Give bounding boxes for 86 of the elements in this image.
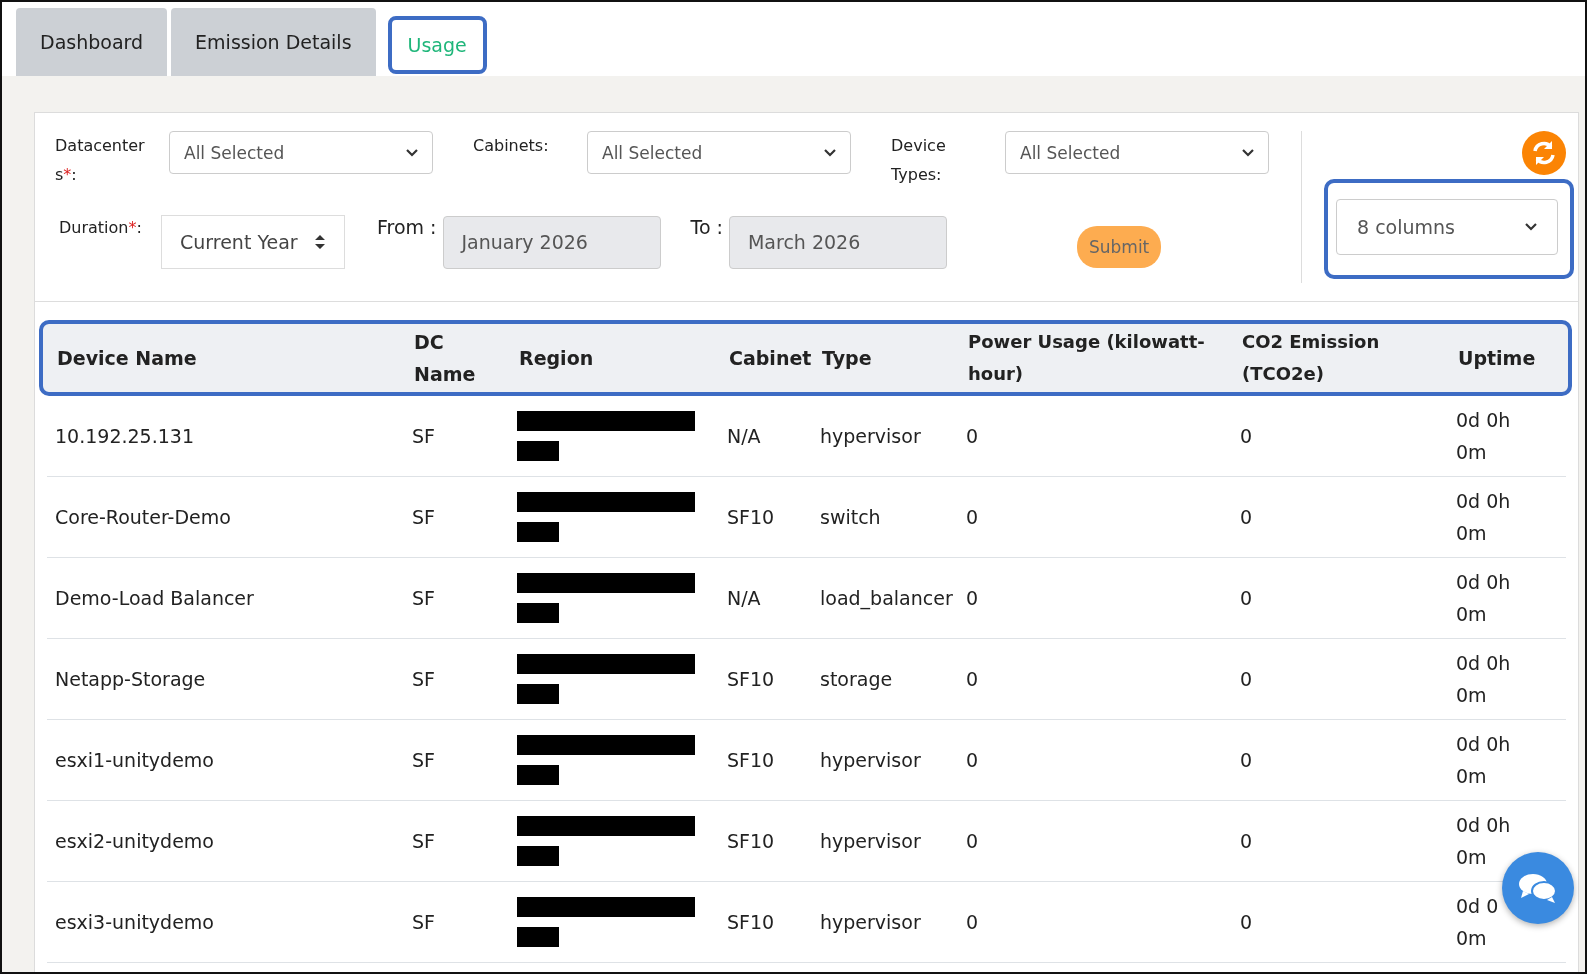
redaction-bar [517,441,559,461]
dc-name-cell-text: SF [412,668,436,690]
device-name-cell-text: 10.192.25.131 [55,425,195,447]
dc-name-cell-text: SF [412,749,436,771]
sort-icon [314,234,326,250]
type-cell-text: storage [820,668,894,690]
to-field[interactable]: March 2026 [728,215,947,269]
tab[interactable]: Emission Details [171,8,376,76]
device-name-cell-text: esxi3-unitydemo [55,911,215,933]
column-header: Type [822,346,873,371]
device-types-select[interactable]: All Selected [1005,131,1269,174]
columns-select[interactable]: 8 columns [1336,199,1558,255]
column-header: Power Usage (kilowatt-hour) [968,330,1206,386]
type-cell-text: load_balancer [820,587,954,609]
duration-select[interactable]: Current Year [161,215,345,269]
chevron-icon [1242,148,1254,157]
type-cell-text: hypervisor [820,749,922,771]
co2-emission-cell-text: 0 [1240,830,1254,852]
dc-name-cell-text: SF [412,506,436,528]
type-cell-text: hypervisor [820,425,922,447]
type-cell-text: hypervisor [820,911,922,933]
refresh-icon[interactable] [1522,131,1566,175]
device-name-cell-text: esxi1-unitydemo [55,749,215,771]
duration-label: Duration*: [59,216,143,239]
uptime-cell-text: 0d 0h 0m [1456,651,1512,708]
chevron-icon [406,148,418,157]
uptime-cell-text: 0d 0h 0m [1456,570,1512,627]
power-usage-cell-text: 0 [966,668,980,690]
datacenters-select[interactable]: All Selected [169,131,433,174]
power-usage-cell-text: 0 [966,749,980,771]
power-usage-cell-text: 0 [966,425,980,447]
chevron-icon [1525,223,1537,231]
co2-emission-cell-text: 0 [1240,911,1254,933]
redaction-bar [517,684,559,704]
dc-name-cell-text: SF [412,587,436,609]
co2-emission-cell-text: 0 [1240,668,1254,690]
cabinets-label: Cabinets: [473,135,550,157]
to-label: To : [690,214,723,240]
cabinet-cell-text: N/A [727,425,762,447]
from-field[interactable]: January 2026 [442,215,661,269]
co2-emission-cell-text: 0 [1240,587,1254,609]
uptime-cell-text: 0d 0h 0m [1456,408,1512,465]
dc-name-cell-text: SF [412,911,436,933]
device-name-cell-text: Netapp-Storage [55,668,207,690]
device-name-cell-text: Core-Router-Demo [55,506,232,528]
redaction-bar [517,603,559,623]
co2-emission-cell-text: 0 [1240,749,1254,771]
cabinet-cell-text: SF10 [727,668,776,690]
datacenters-label: Datacenter s*: [55,135,146,186]
uptime-cell-text: 0d 0h 0m [1456,732,1512,789]
co2-emission-cell-text: 0 [1240,425,1254,447]
power-usage-cell-text: 0 [966,587,980,609]
cabinet-cell-text: SF10 [727,830,776,852]
power-usage-cell-text: 0 [966,506,980,528]
type-cell-text: switch [820,506,882,528]
column-header: DC Name [414,330,477,387]
column-header: Cabinet [729,346,813,371]
cabinet-cell-text: SF10 [727,749,776,771]
uptime-cell-text: 0d 0h 0m [1456,489,1512,546]
device-name-cell-text: esxi2-unitydemo [55,830,215,852]
device-name-cell-text: Demo-Load Balancer [55,587,255,609]
redaction-bar [517,927,559,947]
column-header: CO2 Emission (TCO2e) [1242,330,1381,386]
redaction-bar [517,522,559,542]
from-label: From : [377,214,437,240]
cabinet-cell-text: N/A [727,587,762,609]
cabinets-select[interactable]: All Selected [587,131,851,174]
dc-name-cell-text: SF [412,425,436,447]
redaction-bar [517,765,559,785]
dc-name-cell-text: SF [412,830,436,852]
column-header: Device Name [57,346,198,371]
uptime-cell-text: 0d 0 0m [1456,894,1500,951]
column-header: Region [519,346,595,371]
chat-bubbles-icon [1518,871,1558,905]
column-header: Uptime [1458,346,1537,371]
co2-emission-cell-text: 0 [1240,506,1254,528]
device-types-label: Device Types: [891,135,947,186]
cabinet-cell-text: SF10 [727,911,776,933]
redaction-bar [517,846,559,866]
power-usage-cell-text: 0 [966,911,980,933]
cabinet-cell-text: SF10 [727,506,776,528]
power-usage-cell-text: 0 [966,830,980,852]
type-cell-text: hypervisor [820,830,922,852]
uptime-cell-text: 0d 0h 0m [1456,813,1512,870]
tab[interactable]: Dashboard [16,8,168,76]
chevron-icon [824,148,836,157]
